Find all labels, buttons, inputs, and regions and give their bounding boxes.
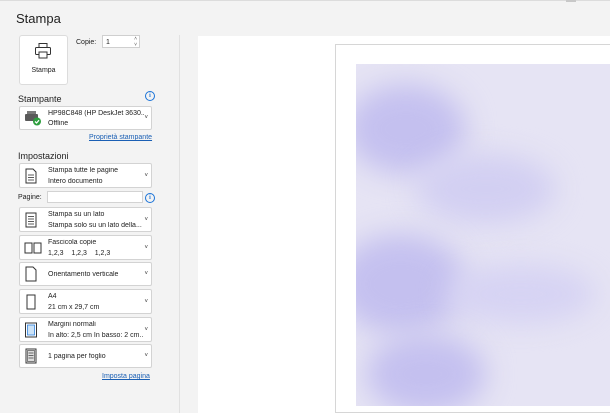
settings-panel: Stampa Copie: 1 ˄ ˅ Stampante i HP98C848 …	[0, 0, 170, 413]
sides-detail: Stampa solo su un lato della...	[48, 222, 142, 229]
orientation-select[interactable]: Orientamento verticale ˅	[19, 262, 152, 286]
printer-status: Offline	[48, 120, 69, 127]
margins-select[interactable]: Margini normali In alto: 2,5 cm In basso…	[19, 317, 152, 342]
panel-divider	[179, 35, 180, 413]
document-pages-icon	[25, 168, 37, 183]
chevron-down-icon: ˅	[144, 271, 148, 277]
single-side-icon	[25, 212, 37, 227]
pages-per-sheet-select[interactable]: 1 pagina per foglio ˅	[19, 344, 152, 368]
orientation-label: Orientamento verticale	[48, 271, 119, 278]
collate-label: Fascicola copie	[48, 239, 97, 246]
printer-icon	[35, 43, 51, 59]
margins-icon	[25, 322, 37, 337]
collate-detail: 1,2,3 1,2,3 1,2,3	[48, 250, 111, 257]
printer-section-title: Stampante	[18, 94, 62, 104]
chevron-down-icon: ˅	[144, 298, 148, 305]
settings-section-title: Impostazioni	[18, 151, 69, 161]
pages-label: Pagine:	[18, 194, 42, 201]
chevron-down-icon: ˅	[144, 353, 148, 359]
copies-stepper[interactable]: 1 ˄ ˅	[102, 35, 140, 48]
sides-select[interactable]: Stampa su un lato Stampa solo su un lato…	[19, 207, 152, 232]
chevron-down-icon: ˅	[144, 115, 148, 121]
pages-input[interactable]	[47, 191, 143, 203]
copies-value: 1	[106, 39, 110, 46]
pages-per-sheet-icon	[25, 348, 37, 364]
printer-name: HP98C848 (HP DeskJet 3630...	[48, 110, 144, 117]
margins-label: Margini normali	[48, 321, 96, 328]
paper-size-label: A4	[48, 293, 57, 300]
printer-status-icon	[25, 111, 41, 126]
portrait-icon	[25, 266, 37, 282]
margins-detail: In alto: 2,5 cm In basso: 2 cm...	[48, 332, 144, 339]
paper-size-select[interactable]: A4 21 cm x 29,7 cm ˅	[19, 289, 152, 314]
chevron-down-icon: ˅	[144, 172, 148, 179]
printer-properties-link[interactable]: Proprietà stampante	[89, 134, 152, 141]
pages-info-icon[interactable]: i	[145, 193, 155, 203]
window-control-mark	[566, 0, 576, 2]
chevron-down-icon: ˅	[144, 326, 148, 333]
collate-icon	[24, 242, 42, 253]
sides-label: Stampa su un lato	[48, 211, 105, 218]
print-button-label: Stampa	[31, 67, 56, 74]
pages-per-sheet-label: 1 pagina per foglio	[48, 353, 106, 360]
paper-size-icon	[26, 294, 36, 309]
printer-info-icon[interactable]: i	[145, 91, 155, 101]
chevron-down-icon: ˅	[144, 216, 148, 223]
print-range-detail: Intero documento	[48, 178, 103, 185]
preview-content-blurred	[356, 64, 610, 406]
chevron-down-icon: ˅	[144, 244, 148, 251]
print-range-label: Stampa tutte le pagine	[48, 167, 119, 174]
print-button[interactable]: Stampa	[19, 35, 68, 85]
print-range-select[interactable]: Stampa tutte le pagine Intero documento …	[19, 163, 152, 188]
printer-select[interactable]: HP98C848 (HP DeskJet 3630... Offline ˅	[19, 106, 152, 130]
copies-label: Copie:	[76, 39, 97, 46]
page-setup-link[interactable]: Imposta pagina	[102, 373, 150, 380]
paper-size-detail: 21 cm x 29,7 cm	[48, 304, 100, 311]
collate-select[interactable]: Fascicola copie 1,2,3 1,2,3 1,2,3 ˅	[19, 235, 152, 260]
stepper-arrows-icon[interactable]: ˄ ˅	[134, 36, 137, 48]
